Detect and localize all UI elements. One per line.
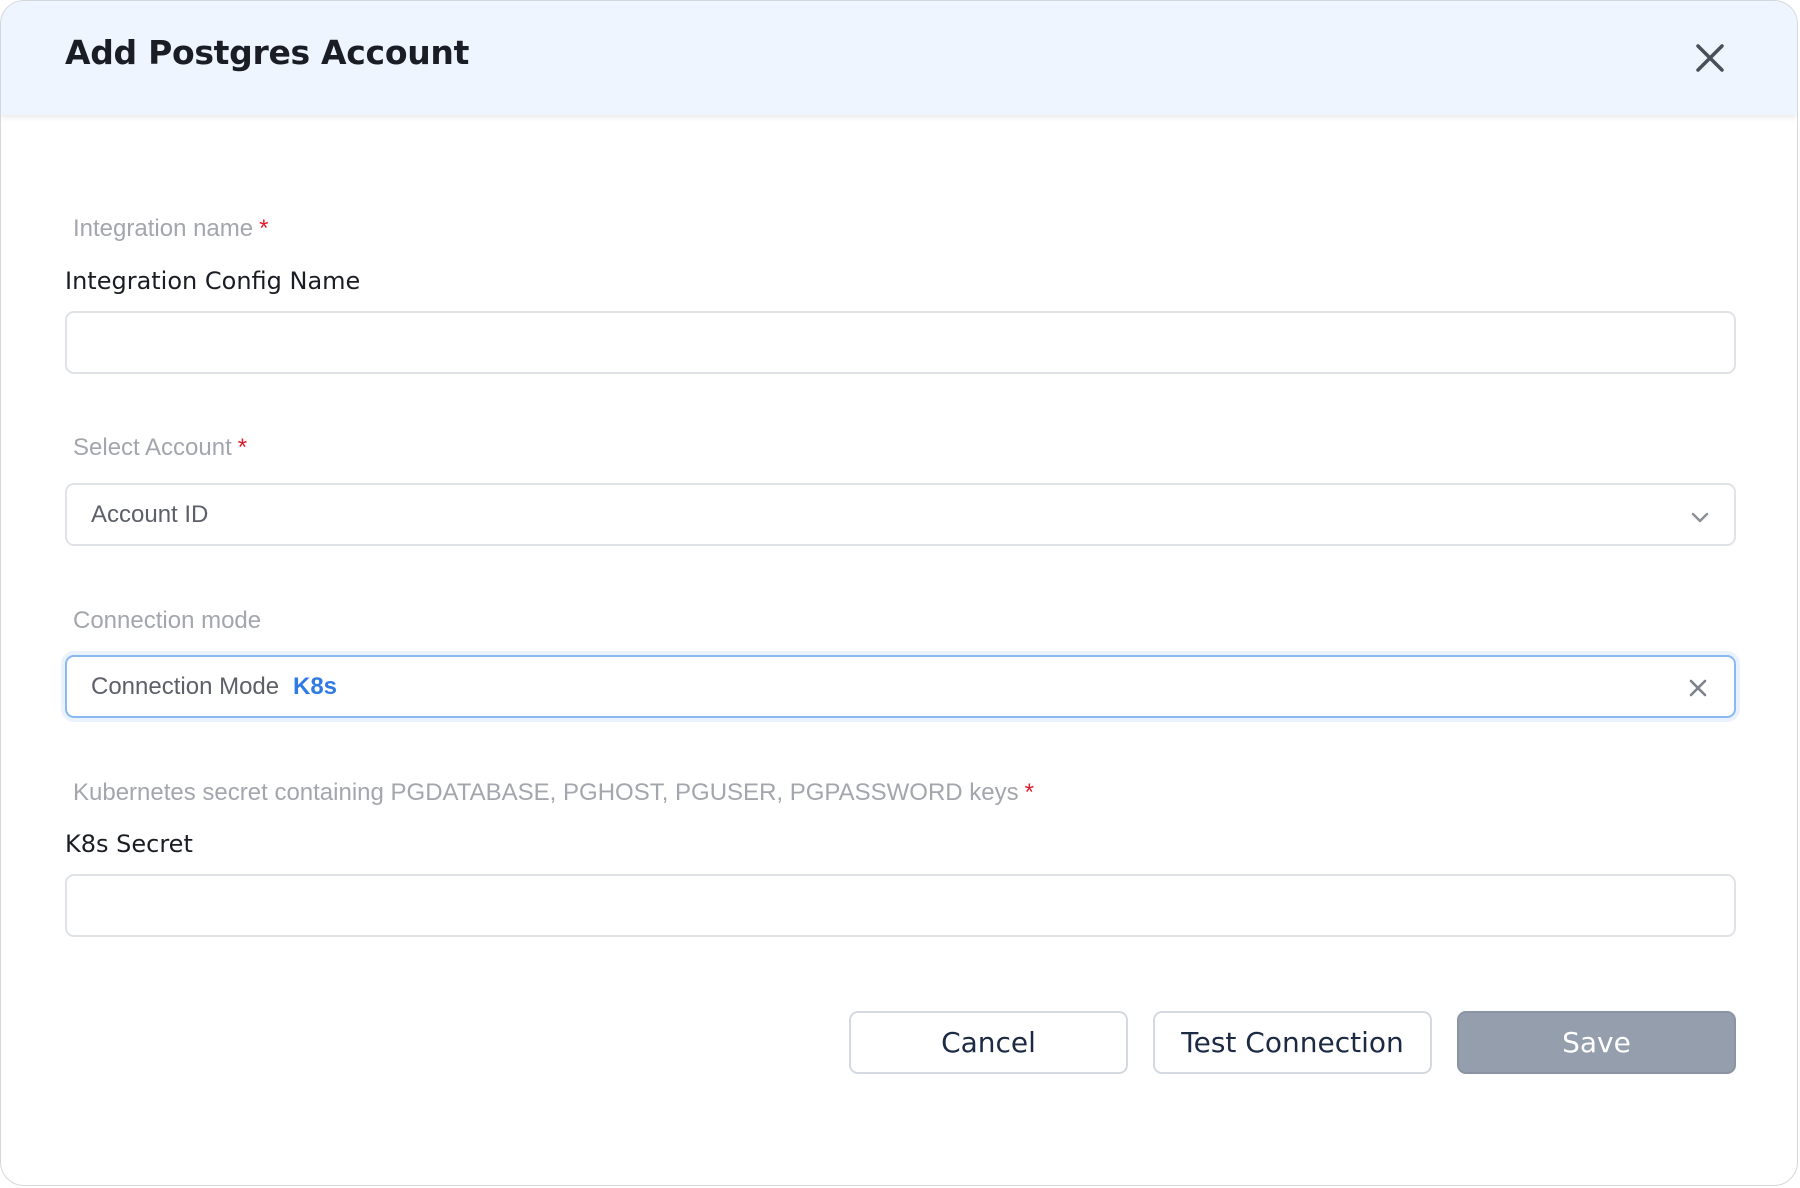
integration-name-label: Integration name * — [73, 215, 268, 243]
close-icon — [1696, 44, 1724, 72]
close-button[interactable] — [1687, 35, 1733, 81]
k8s-secret-input[interactable] — [67, 876, 1734, 935]
clear-icon[interactable] — [1685, 675, 1711, 701]
connection-mode-select[interactable]: Connection Mode K8s — [65, 655, 1736, 718]
account-select[interactable]: Account ID — [65, 483, 1736, 546]
test-connection-button[interactable]: Test Connection — [1153, 1011, 1432, 1074]
connection-mode-label-text: Connection mode — [73, 607, 262, 634]
connection-mode-label: Connection mode — [73, 607, 261, 635]
integration-config-name-input[interactable] — [67, 313, 1734, 372]
k8s-secret-label: Kubernetes secret containing PGDATABASE,… — [73, 779, 1034, 807]
dialog-header: Add Postgres Account — [1, 1, 1797, 115]
required-mark: * — [259, 215, 269, 242]
add-postgres-account-dialog: Add Postgres Account Integration name * I… — [0, 0, 1798, 1186]
connection-mode-value: K8s — [293, 673, 338, 700]
integration-name-label-text: Integration name — [73, 215, 254, 242]
select-account-label: Select Account * — [73, 434, 247, 462]
k8s-secret-title: K8s Secret — [65, 830, 193, 858]
integration-config-name-field — [65, 311, 1736, 374]
integration-config-name-title: Integration Config Name — [65, 267, 361, 295]
account-select-value: Account ID — [91, 501, 209, 528]
connection-mode-prefix: Connection Mode — [91, 673, 280, 700]
cancel-button[interactable]: Cancel — [849, 1011, 1128, 1074]
k8s-secret-field — [65, 874, 1736, 937]
required-mark: * — [237, 434, 248, 461]
k8s-secret-label-text: Kubernetes secret containing PGDATABASE,… — [73, 779, 1019, 806]
select-account-label-text: Select Account — [73, 434, 232, 461]
save-button[interactable]: Save — [1457, 1011, 1736, 1074]
dialog-title: Add Postgres Account — [65, 33, 470, 72]
chevron-down-icon — [1691, 512, 1709, 523]
required-mark: * — [1024, 779, 1034, 806]
